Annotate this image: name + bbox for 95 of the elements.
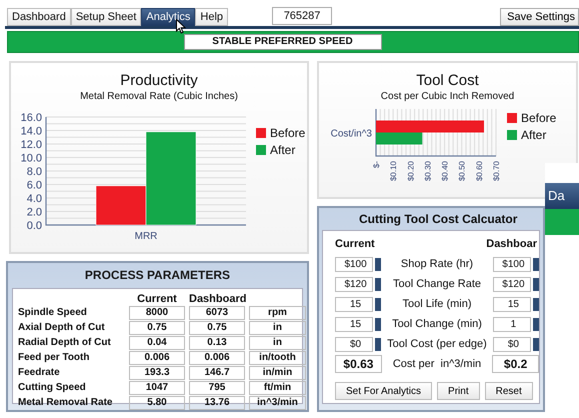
table-cell: in^3/min [249,396,306,410]
row-label: Radial Depth of Cut [18,336,112,350]
field-label: Tool Life (min) [401,298,473,310]
field-label: Shop Rate (hr) [400,258,474,270]
table-cell: in/min [249,366,306,380]
axis-label: 12.0 [20,139,42,151]
legend-swatch [507,113,517,123]
chart-subtitle: Cost per Cubic Inch Removed [380,91,516,102]
field-label: Tool Cost (per edge) [386,338,488,350]
table-cell: 1047 [129,381,185,395]
table-cell: 146.7 [189,366,245,380]
chart-title: Tool Cost [415,72,480,89]
status-bar [545,209,579,235]
table-cell: 6073 [189,306,245,320]
row-label: Feed per Tooth [18,351,90,365]
table-cell: in [249,321,306,335]
axis-label: $0.10 [389,161,398,182]
table-cell: 13.76 [189,396,245,410]
legend-swatch [507,130,517,140]
axis-label: $0.20 [406,161,416,182]
stepper-button[interactable] [533,278,539,290]
panel-title: Cutting Tool Cost Calcuator [358,211,518,228]
table-cell: 0.006 [129,351,185,365]
tab[interactable]: Setup Sheet [70,8,142,26]
stepper-button[interactable] [375,278,382,290]
axis-label: 0.0 [26,220,42,232]
table-cell: 193.3 [129,366,185,380]
status-banner: STABLE PREFERRED SPEED [184,34,382,50]
window-title: Da [545,183,579,209]
stepper-button[interactable] [375,298,382,310]
stepper-button[interactable] [375,318,382,330]
button[interactable]: Set For Analytics [335,382,432,400]
field-label: Tool Change (min) [391,318,483,330]
axis-label: $0.40 [440,161,450,182]
column-header: Dashboard [189,293,245,305]
axis-label: 8.0 [26,166,42,178]
tab[interactable]: Analytics [141,8,196,26]
row-label: Cutting Speed [18,381,87,395]
row-label: Feedrate [18,366,61,380]
axis-label: Cost/in^3 [330,128,372,140]
table-cell: 8000 [129,306,185,320]
stepper-button[interactable] [375,338,382,350]
stepper-button[interactable] [533,318,539,330]
tab[interactable]: Dashboard [7,8,71,26]
legend-label: After [521,128,546,142]
result-value: $0.2 [492,355,539,373]
panel-title: PROCESS PARAMETERS [84,267,232,284]
table-cell: in [249,336,306,350]
table-cell: in/tooth [249,351,306,365]
table-cell: 0.006 [189,351,245,365]
tab[interactable]: Help [195,8,228,26]
button[interactable]: Reset [484,382,533,400]
column-header: Dashboar [486,238,537,250]
table-cell: 0.75 [129,321,185,335]
stepper-button[interactable] [533,338,539,350]
chart-title: Productivity [119,72,199,89]
table-cell: 0.75 [189,321,245,335]
table-cell: rpm [249,306,306,320]
stepper-button[interactable] [533,298,539,310]
table-cell: ft/min [249,381,306,395]
column-header: Current [136,293,178,305]
axis-label: 4.0 [26,193,42,205]
chart-subtitle: Metal Removal Rate (Cubic Inches) [79,91,239,102]
axis-label: $0.50 [458,161,467,182]
axis-label: 14.0 [20,126,42,138]
field-label: Tool Change Rate [392,278,482,290]
job-number-field[interactable]: 765287 [272,7,332,25]
button[interactable]: Print [437,382,480,400]
legend-swatch [256,145,266,155]
axis-label: $0.60 [474,161,484,182]
axis-label: 6.0 [26,180,42,192]
stepper-button[interactable] [533,258,539,270]
axis-label: 10.0 [20,152,42,164]
axis-label: $0.70 [492,161,501,182]
legend-label: After [270,143,296,157]
column-header: Current [335,238,375,250]
axis-label: 2.0 [26,206,42,218]
table-cell: 0.13 [189,336,245,350]
legend-label: Before [270,126,306,140]
row-label: Axial Depth of Cut [18,321,106,335]
legend-label: Before [521,111,556,125]
axis-label: MRR [134,231,158,242]
save-settings-button[interactable]: Save Settings [500,8,579,26]
table-cell: 0.04 [129,336,185,350]
legend-swatch [256,128,266,138]
axis-label: $- [372,161,381,168]
result-value: $0.63 [335,355,382,373]
field-label: Cost per in^3/min [392,358,482,370]
axis-label: 16.0 [20,112,42,124]
axis-label: $0.30 [423,161,432,182]
table-cell: 795 [189,381,245,395]
stepper-button[interactable] [375,258,382,270]
table-cell: 5.80 [129,396,185,410]
row-label: Spindle Speed [18,306,88,320]
row-label: Metal Removal Rate [18,396,114,410]
